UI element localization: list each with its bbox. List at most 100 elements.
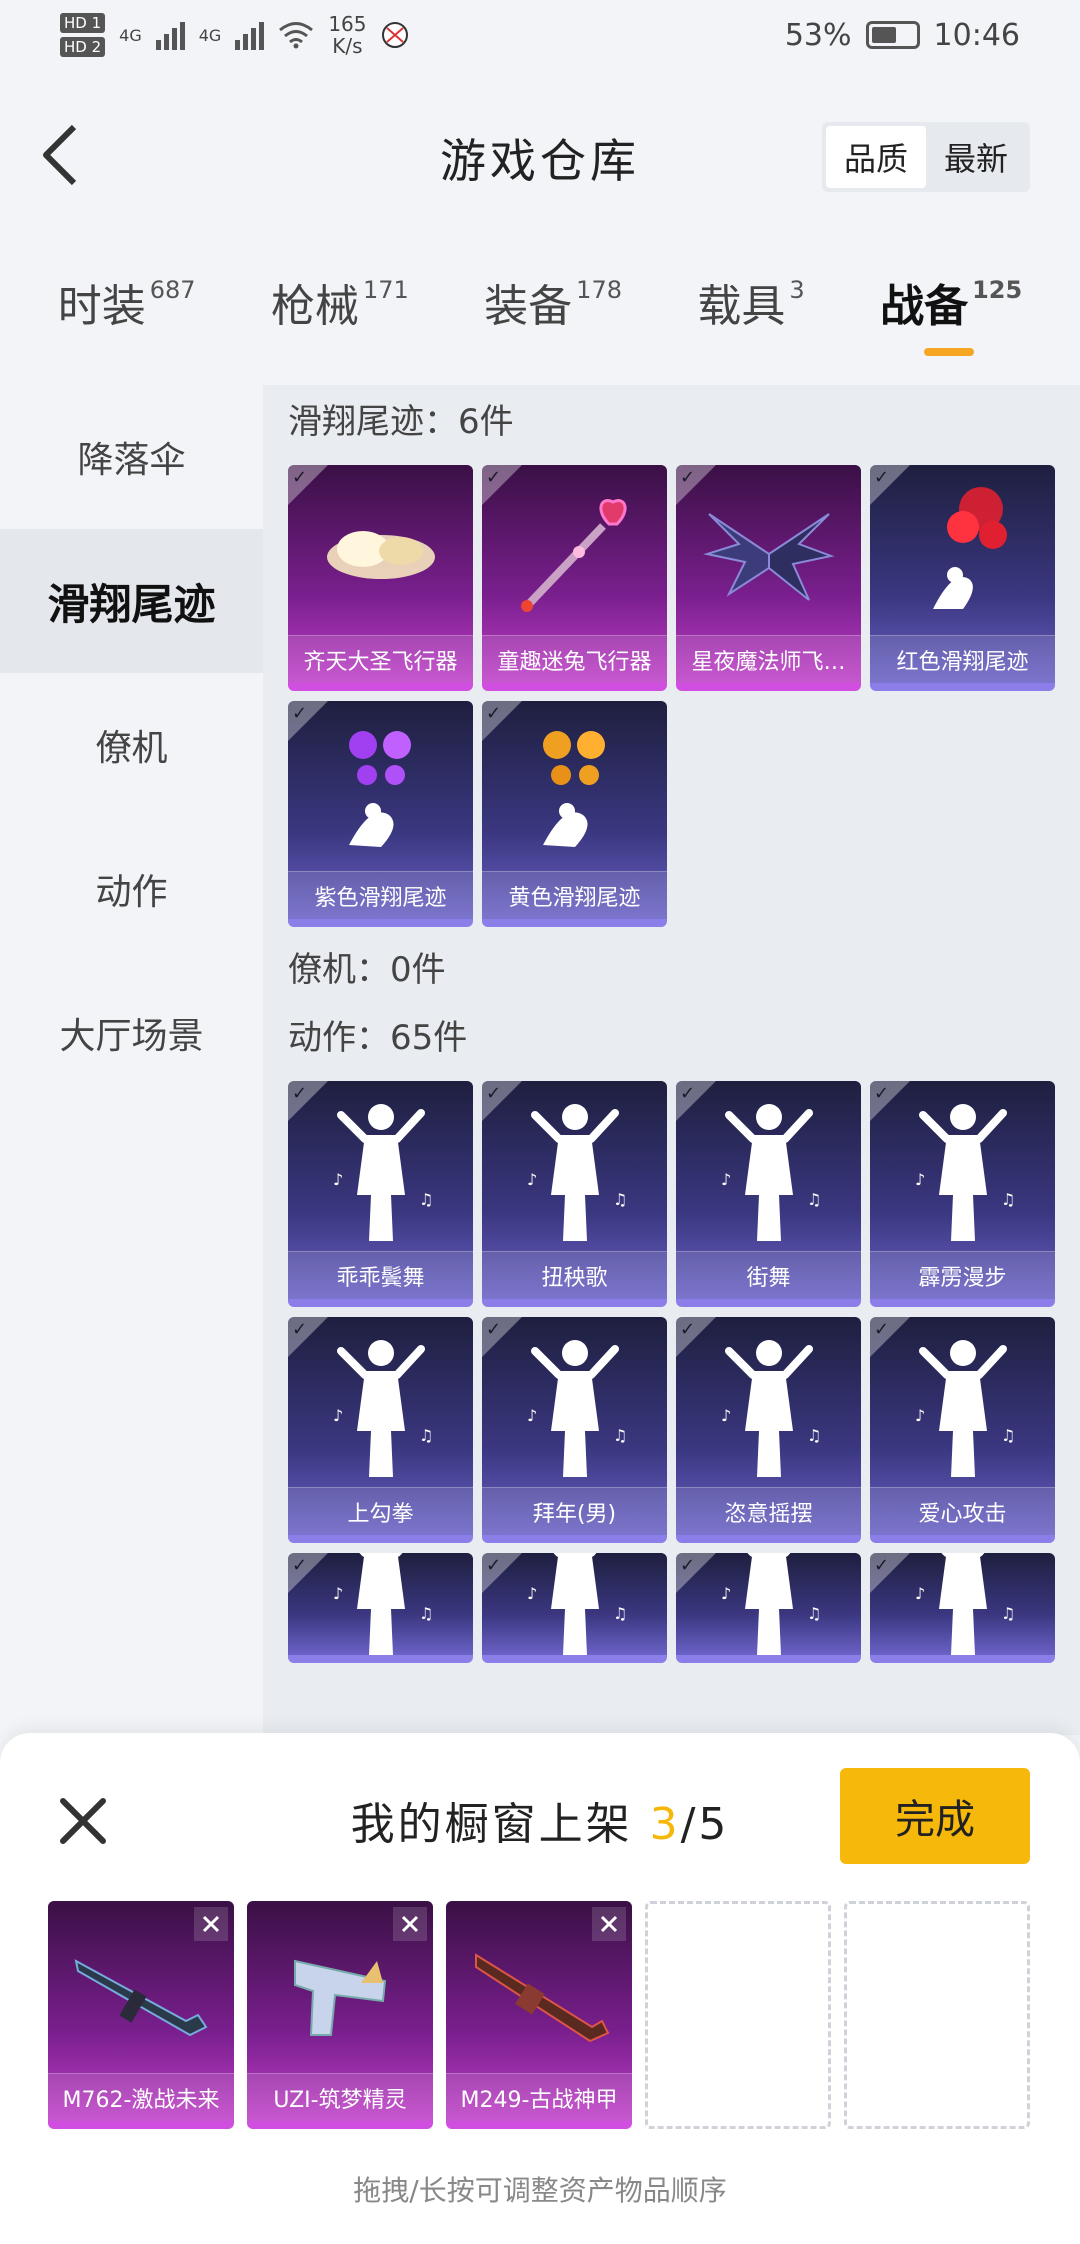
empty-slot[interactable] — [844, 1901, 1030, 2129]
tab-label: 装备 — [484, 281, 573, 332]
item-card[interactable]: ✓ ♪ ♫ 街舞 — [676, 1081, 861, 1307]
svg-text:♫: ♫ — [613, 1604, 627, 1623]
cloud-icon — [288, 475, 473, 633]
tab-count: 171 — [362, 276, 409, 304]
status-bar: HD 1 HD 2 4G 4G 165 K/s 53% 10:46 — [0, 0, 1080, 70]
item-label: 星夜魔法师飞… — [676, 635, 861, 683]
item-label: 拜年(男) — [482, 1487, 667, 1535]
svg-text:♪: ♪ — [721, 1406, 731, 1425]
speed-unit: K/s — [332, 34, 363, 58]
item-grid: ✓ ♪ ♫ 乖乖鬓舞 ✓ ♪ ♫ 扭秧歌 ✓ ♪ ♫ 街舞 ✓ ♪ ♫ 霹雳漫步 ✓ ♪ ♫ 上勾拳 ✓ ♪ ♫ 拜年(男) ✓… — [288, 1081, 1057, 1663]
category-tabs: 时装 687 枪械 171 装备 178 载具 3 战备 125 — [0, 270, 1080, 370]
item-card[interactable]: ✓ 紫色滑翔尾迹 — [288, 701, 473, 927]
showcase-slots: M762-激战未来 UZI-筑梦精灵 M249-古战神甲 — [48, 1901, 1030, 2129]
done-button[interactable]: 完成 — [840, 1768, 1030, 1864]
tab-war-gear[interactable]: 战备 125 — [880, 270, 1022, 370]
item-card[interactable]: ✓ ♪ ♫ 爱心攻击 — [870, 1317, 1055, 1543]
svg-text:♫: ♫ — [1001, 1604, 1015, 1623]
dance-icon: ♪ ♫ — [676, 1553, 861, 1655]
item-list[interactable]: 滑翔尾迹：6件 ✓ 齐天大圣飞行器 ✓ 童趣迷兔飞行器 ✓ 星夜魔法师飞… ✓ 红色滑翔尾迹 ✓… — [263, 385, 1080, 1735]
svg-text:♪: ♪ — [333, 1406, 343, 1425]
item-card[interactable]: ✓ 黄色滑翔尾迹 — [482, 701, 667, 927]
item-card[interactable]: ✓ ♪ ♫ — [288, 1553, 473, 1663]
sort-newest-button[interactable]: 最新 — [926, 126, 1026, 188]
smoke-red-icon — [870, 475, 1055, 633]
sort-quality-button[interactable]: 品质 — [826, 126, 926, 188]
section-title: 滑翔尾迹：6件 — [288, 402, 514, 442]
showcase-slot[interactable]: M249-古战神甲 — [446, 1901, 632, 2129]
svg-text:♫: ♫ — [613, 1426, 627, 1445]
tab-vehicles[interactable]: 载具 3 — [697, 270, 804, 370]
item-card[interactable]: ✓ ♪ ♫ — [870, 1553, 1055, 1663]
wifi-icon — [279, 22, 314, 49]
item-card[interactable]: ✓ 红色滑翔尾迹 — [870, 465, 1055, 691]
tab-label: 时装 — [57, 281, 146, 332]
svg-text:♪: ♪ — [527, 1170, 537, 1189]
item-card[interactable]: ✓ ♪ ♫ 扭秧歌 — [482, 1081, 667, 1307]
item-card[interactable]: ✓ ♪ ♫ — [482, 1553, 667, 1663]
hd-indicator: HD 1 HD 2 — [60, 13, 106, 57]
svg-text:♫: ♫ — [419, 1604, 433, 1623]
svg-text:♪: ♪ — [333, 1170, 343, 1189]
showcase-sheet: 我的橱窗上架 3/5 完成 M762-激战未来 UZI-筑梦精灵 M249-古战神甲… — [0, 1733, 1080, 2244]
tab-equipment[interactable]: 装备 178 — [484, 270, 622, 370]
showcase-count: 3 — [649, 1799, 681, 1850]
svg-text:♫: ♫ — [419, 1426, 433, 1445]
hd1-label: HD 1 — [60, 13, 106, 33]
tab-label: 载具 — [697, 281, 786, 332]
tab-guns[interactable]: 枪械 171 — [271, 270, 409, 370]
item-card[interactable]: ✓ 童趣迷兔飞行器 — [482, 465, 667, 691]
sidebar-item-glide-trail[interactable]: 滑翔尾迹 — [0, 529, 263, 673]
dance-icon: ♪ ♫ — [482, 1553, 667, 1655]
item-card[interactable]: ✓ ♪ ♫ 拜年(男) — [482, 1317, 667, 1543]
remove-button[interactable] — [393, 1907, 427, 1941]
battery-percent: 53% — [784, 17, 852, 53]
item-label: 爱心攻击 — [870, 1487, 1055, 1535]
svg-text:♫: ♫ — [1001, 1190, 1015, 1209]
item-label: 紫色滑翔尾迹 — [288, 871, 473, 919]
dance-icon: ♪ ♫ — [676, 1327, 861, 1485]
sidebar-item-lobby-scene[interactable]: 大厅场景 — [0, 961, 263, 1105]
section-title: 僚机：0件 — [288, 950, 446, 990]
header: 游戏仓库 品质 最新 — [0, 100, 1080, 210]
showcase-slot[interactable]: M762-激战未来 — [48, 1901, 234, 2129]
item-card[interactable]: ✓ ♪ ♫ 上勾拳 — [288, 1317, 473, 1543]
remove-button[interactable] — [194, 1907, 228, 1941]
item-label: 红色滑翔尾迹 — [870, 635, 1055, 683]
showcase-total: /5 — [680, 1799, 730, 1850]
app-notification-icon — [381, 22, 408, 48]
section-title: 动作：65件 — [288, 1018, 468, 1058]
item-card[interactable]: ✓ ♪ ♫ 霹雳漫步 — [870, 1081, 1055, 1307]
item-card[interactable]: ✓ ♪ ♫ — [676, 1553, 861, 1663]
item-card[interactable]: ✓ 星夜魔法师飞… — [676, 465, 861, 691]
item-label: 街舞 — [676, 1251, 861, 1299]
item-card[interactable]: ✓ ♪ ♫ 恣意摇摆 — [676, 1317, 861, 1543]
tab-count: 3 — [789, 276, 805, 304]
close-icon — [401, 1915, 419, 1933]
item-label: 霹雳漫步 — [870, 1251, 1055, 1299]
svg-text:♪: ♪ — [915, 1584, 925, 1603]
svg-text:♫: ♫ — [613, 1190, 627, 1209]
smoke-yellow-icon — [482, 711, 667, 869]
empty-slot[interactable] — [645, 1901, 831, 2129]
showcase-title-text: 我的橱窗上架 — [350, 1799, 633, 1850]
item-card[interactable]: ✓ ♪ ♫ 乖乖鬓舞 — [288, 1081, 473, 1307]
svg-text:♪: ♪ — [527, 1584, 537, 1603]
item-label: 上勾拳 — [288, 1487, 473, 1535]
remove-button[interactable] — [592, 1907, 626, 1941]
wings-icon — [676, 475, 861, 633]
hd2-label: HD 2 — [60, 37, 106, 57]
svg-text:♪: ♪ — [721, 1170, 731, 1189]
dance-icon: ♪ ♫ — [288, 1553, 473, 1655]
sidebar: 降落伞 滑翔尾迹 僚机 动作 大厅场景 — [0, 385, 263, 1725]
dance-icon: ♪ ♫ — [870, 1091, 1055, 1249]
battery-icon — [865, 21, 920, 49]
sidebar-item-parachute[interactable]: 降落伞 — [0, 385, 263, 529]
showcase-slot[interactable]: UZI-筑梦精灵 — [247, 1901, 433, 2129]
wand-icon — [482, 475, 667, 633]
sidebar-item-wingman[interactable]: 僚机 — [0, 673, 263, 817]
sidebar-item-emotes[interactable]: 动作 — [0, 817, 263, 961]
item-card[interactable]: ✓ 齐天大圣飞行器 — [288, 465, 473, 691]
tab-fashion[interactable]: 时装 687 — [58, 270, 196, 370]
svg-text:♪: ♪ — [721, 1584, 731, 1603]
